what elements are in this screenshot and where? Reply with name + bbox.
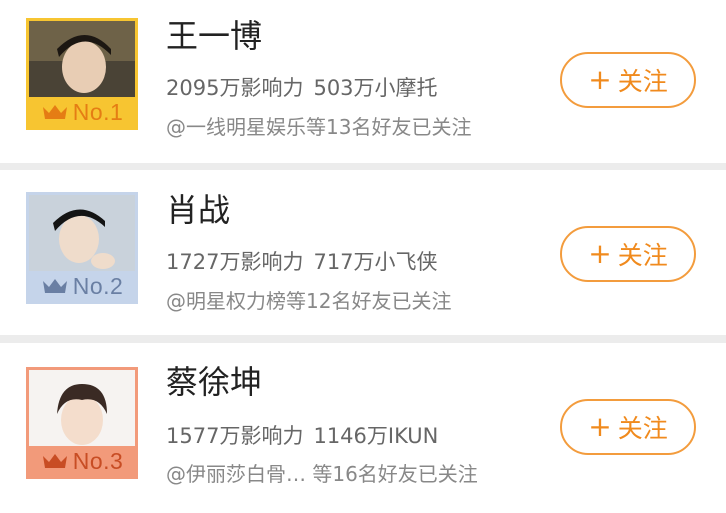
friends-following: @一线明星娱乐等13名好友已关注 bbox=[166, 115, 472, 139]
plus-icon: + bbox=[588, 63, 612, 96]
follow-button[interactable]: + 关注 bbox=[560, 52, 696, 108]
follow-label: 关注 bbox=[617, 241, 668, 270]
plus-icon: + bbox=[588, 410, 612, 443]
rank-badge: No.2 bbox=[29, 271, 135, 301]
avatar[interactable]: No.3 bbox=[26, 367, 138, 479]
ranking-list: No.1 王一博 2095万影响力 503万小摩托 @一线明星娱乐等13名好友已关… bbox=[0, 0, 726, 513]
rank-label: No.1 bbox=[72, 99, 124, 125]
fans-value: 503万小摩托 bbox=[313, 76, 438, 100]
avatar[interactable]: No.2 bbox=[26, 192, 138, 304]
influencer-name[interactable]: 蔡徐坤 bbox=[166, 362, 262, 402]
rank-label: No.2 bbox=[72, 273, 124, 299]
friends-following: @伊丽莎白骨… 等16名好友已关注 bbox=[166, 462, 478, 486]
rank-badge: No.3 bbox=[29, 446, 135, 476]
friends-following: @明星权力榜等12名好友已关注 bbox=[166, 289, 452, 313]
influence-value: 2095万影响力 bbox=[166, 76, 304, 100]
follow-button[interactable]: + 关注 bbox=[560, 226, 696, 282]
ranking-item[interactable]: No.1 王一博 2095万影响力 503万小摩托 @一线明星娱乐等13名好友已关… bbox=[0, 0, 726, 163]
follow-label: 关注 bbox=[617, 67, 668, 96]
fans-value: 1146万IKUN bbox=[313, 424, 439, 448]
follow-label: 关注 bbox=[617, 414, 668, 443]
influencer-name[interactable]: 肖战 bbox=[166, 190, 230, 230]
ranking-item[interactable]: No.2 肖战 1727万影响力 717万小飞侠 @明星权力榜等12名好友已关注 … bbox=[0, 170, 726, 335]
influence-stats: 1577万影响力 1146万IKUN bbox=[166, 421, 438, 451]
follow-button[interactable]: + 关注 bbox=[560, 399, 696, 455]
rank-label: No.3 bbox=[72, 448, 124, 474]
ranking-item[interactable]: No.3 蔡徐坤 1577万影响力 1146万IKUN @伊丽莎白骨… 等16名好… bbox=[0, 343, 726, 513]
crown-icon bbox=[42, 105, 67, 119]
influencer-name[interactable]: 王一博 bbox=[166, 16, 262, 56]
influence-stats: 1727万影响力 717万小飞侠 bbox=[166, 247, 438, 277]
influence-value: 1577万影响力 bbox=[166, 424, 304, 448]
plus-icon: + bbox=[588, 237, 612, 270]
crown-icon bbox=[42, 454, 67, 468]
avatar[interactable]: No.1 bbox=[26, 18, 138, 130]
influence-value: 1727万影响力 bbox=[166, 250, 304, 274]
crown-icon bbox=[42, 279, 67, 293]
rank-badge: No.1 bbox=[29, 97, 135, 127]
influence-stats: 2095万影响力 503万小摩托 bbox=[166, 73, 438, 103]
fans-value: 717万小飞侠 bbox=[313, 250, 438, 274]
